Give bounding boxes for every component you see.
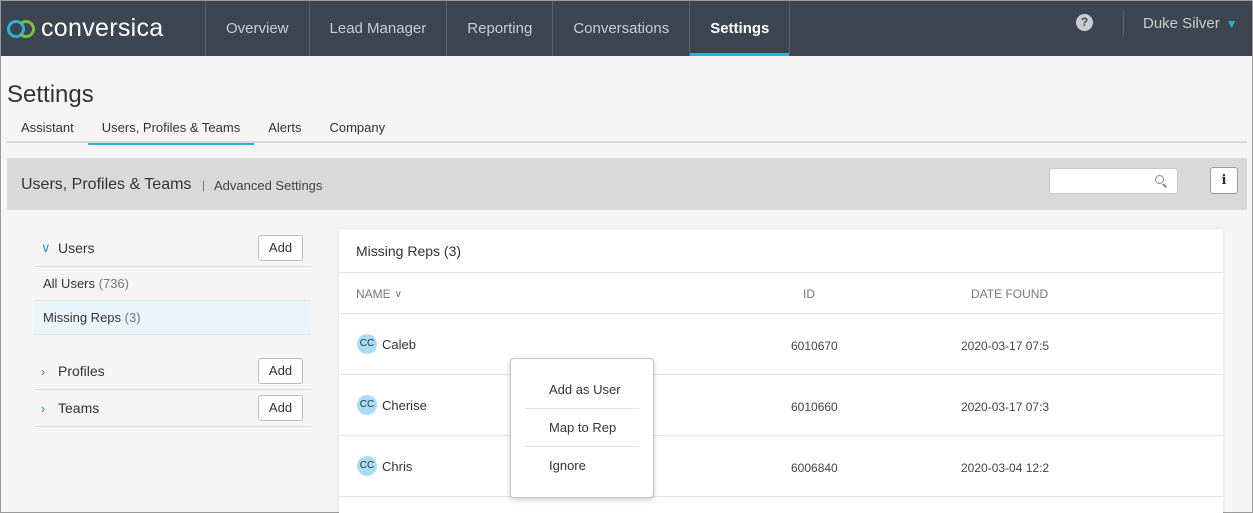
logo-text: conversica xyxy=(41,14,164,42)
sidebar-item-all-users[interactable]: All Users (736) xyxy=(34,267,311,301)
nav-lead-manager[interactable]: Lead Manager xyxy=(308,1,447,56)
user-name: Duke Silver xyxy=(1143,15,1220,32)
add-team-button[interactable]: Add xyxy=(258,395,303,421)
section-header: Users, Profiles & Teams | Advanced Setti… xyxy=(7,158,1247,210)
nav-reporting[interactable]: Reporting xyxy=(446,1,552,56)
rep-date-found: 2020-03-04 12:2 xyxy=(961,461,1050,475)
rep-id: 6006840 xyxy=(791,461,838,475)
section-separator: | xyxy=(202,178,206,192)
menu-item-add-as-user[interactable]: Add as User xyxy=(525,371,639,409)
sidebar-item-count: (3) xyxy=(124,310,141,325)
sidebar-group-profiles[interactable]: › Profiles Add xyxy=(34,353,311,390)
sidebar-group-users[interactable]: ∨ Users Add xyxy=(34,230,311,267)
rep-id: 6010660 xyxy=(791,400,838,414)
advanced-settings-link[interactable]: Advanced Settings xyxy=(214,178,322,193)
search-box xyxy=(1049,168,1178,194)
tab-users-profiles-teams[interactable]: Users, Profiles & Teams xyxy=(87,113,255,145)
chevron-right-icon: › xyxy=(41,363,46,379)
column-header-name[interactable]: NAME ∨ xyxy=(356,287,402,301)
question-circle-icon[interactable]: ? xyxy=(1076,14,1093,31)
menu-item-ignore[interactable]: Ignore xyxy=(525,447,639,485)
card-title: Missing Reps (3) xyxy=(339,229,1223,273)
column-header-id[interactable]: ID xyxy=(803,287,815,301)
sidebar-item-label: Missing Reps xyxy=(43,310,122,325)
search-input[interactable] xyxy=(1050,169,1150,193)
tab-company[interactable]: Company xyxy=(315,113,399,143)
chevron-down-icon: ▼ xyxy=(1225,16,1238,31)
avatar: CC xyxy=(357,456,377,476)
nav-conversations[interactable]: Conversations xyxy=(552,1,689,56)
page-title: Settings xyxy=(7,81,94,108)
add-user-button[interactable]: Add xyxy=(258,235,303,261)
settings-tabs: Assistant Users, Profiles & Teams Alerts… xyxy=(7,113,1247,145)
rep-date-found: 2020-03-17 07:5 xyxy=(961,339,1050,353)
avatar: CC xyxy=(357,395,377,415)
rep-name[interactable]: Caleb xyxy=(382,337,416,352)
missing-reps-card: Missing Reps (3) NAME ∨ ID DATE FOUND CC… xyxy=(339,229,1223,513)
sidebar-group-label: Profiles xyxy=(58,363,105,379)
row-context-menu: Add as User Map to Rep Ignore xyxy=(510,358,654,498)
main-nav: Overview Lead Manager Reporting Conversa… xyxy=(205,1,791,56)
sidebar-group-label: Users xyxy=(58,240,95,256)
sidebar: ∨ Users Add All Users (736) Missing Reps… xyxy=(34,230,311,427)
sidebar-group-label: Teams xyxy=(58,400,100,416)
rep-name[interactable]: Chris xyxy=(382,459,412,474)
column-header-date-found[interactable]: DATE FOUND xyxy=(971,287,1048,301)
search-icon[interactable] xyxy=(1155,175,1168,188)
table-row[interactable]: CC Cherise 6010660 2020-03-17 07:3 xyxy=(339,375,1223,436)
tab-assistant[interactable]: Assistant xyxy=(7,113,88,143)
conversica-logo-icon xyxy=(7,16,37,42)
sort-chevron-down-icon: ∨ xyxy=(394,288,402,300)
top-nav-bar: conversica Overview Lead Manager Reporti… xyxy=(1,1,1252,56)
section-title: Users, Profiles & Teams xyxy=(21,176,192,193)
nav-overview[interactable]: Overview xyxy=(205,1,309,56)
rep-name[interactable]: Cherise xyxy=(382,398,427,413)
info-button[interactable]: i xyxy=(1210,167,1238,194)
chevron-down-icon: ∨ xyxy=(41,240,51,255)
conversica-logo[interactable]: conversica xyxy=(1,1,205,56)
sidebar-item-label: All Users xyxy=(43,276,96,291)
table-row[interactable]: CC Chris 6006840 2020-03-04 12:2 xyxy=(339,436,1223,497)
table-header: NAME ∨ ID DATE FOUND xyxy=(339,273,1223,314)
sidebar-item-count: (736) xyxy=(98,276,129,291)
sidebar-group-teams[interactable]: › Teams Add xyxy=(34,390,311,427)
tab-alerts[interactable]: Alerts xyxy=(254,113,315,143)
add-profile-button[interactable]: Add xyxy=(258,358,303,384)
table-row[interactable]: CC Caleb 6010670 2020-03-17 07:5 xyxy=(339,314,1223,375)
column-header-label: NAME xyxy=(356,287,391,301)
sidebar-item-missing-reps[interactable]: Missing Reps (3) xyxy=(34,301,311,335)
user-menu[interactable]: Duke Silver ▼ xyxy=(1143,15,1238,32)
avatar: CC xyxy=(357,334,377,354)
nav-settings[interactable]: Settings xyxy=(689,1,791,56)
rep-id: 6010670 xyxy=(791,339,838,353)
menu-item-map-to-rep[interactable]: Map to Rep xyxy=(525,409,639,447)
rep-date-found: 2020-03-17 07:3 xyxy=(961,400,1050,414)
chevron-right-icon: › xyxy=(41,400,46,416)
user-divider xyxy=(1123,11,1124,35)
